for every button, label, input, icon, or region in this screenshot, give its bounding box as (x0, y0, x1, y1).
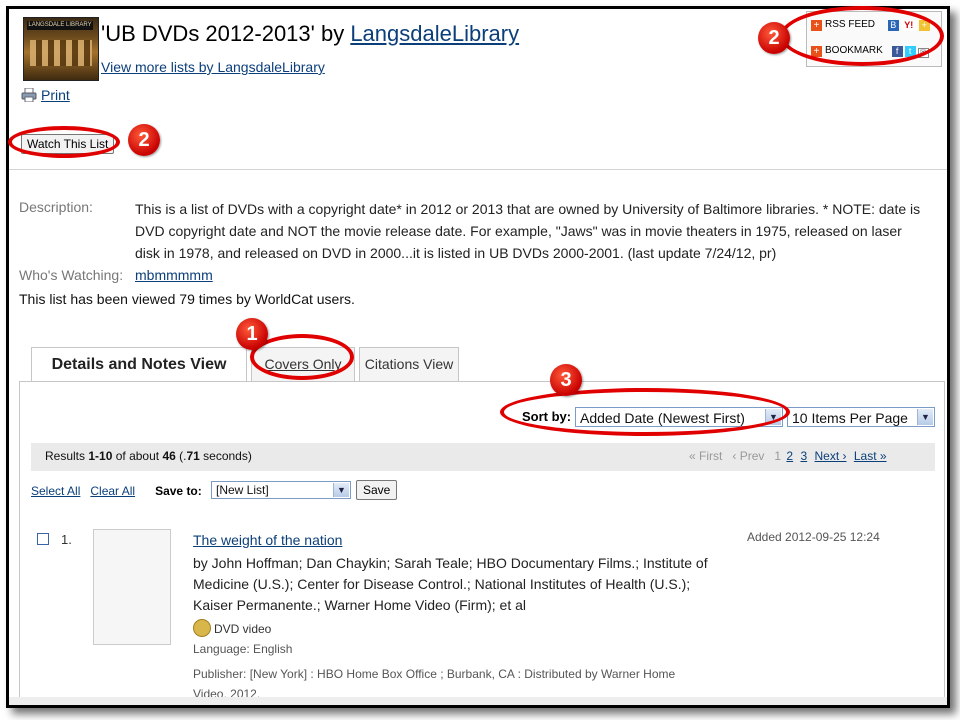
pager-page-3[interactable]: 3 (800, 449, 807, 463)
chevron-down-icon: ▼ (333, 483, 349, 497)
results-mid: of about (112, 449, 163, 463)
item-authors: by John Hoffman; Dan Chaykin; Sarah Teal… (193, 555, 708, 613)
list-tools: Select All Clear All Save to: (31, 484, 202, 498)
item-language: Language: English (193, 642, 293, 656)
item-format: DVD video (193, 619, 271, 637)
dvd-icon (193, 619, 211, 637)
pager-current: 1 (774, 449, 782, 463)
list-thumbnail: LANGSDALE LIBRARY (23, 17, 99, 81)
pager-next[interactable]: Next › (814, 449, 846, 463)
title-author-link[interactable]: LangsdaleLibrary (350, 21, 519, 46)
results-time: 71 (186, 449, 200, 463)
results-time-prefix: (. (175, 449, 187, 463)
results-range: 1-10 (88, 449, 113, 463)
pager-last[interactable]: Last » (854, 449, 887, 463)
save-button[interactable]: Save (356, 480, 398, 500)
results-total: 46 (162, 449, 176, 463)
thumbnail-label: LANGSDALE LIBRARY (27, 21, 93, 30)
print-control[interactable]: Print (21, 87, 70, 103)
whos-watching-label: Who's Watching: (19, 267, 124, 283)
thumbnail-columns-graphic (30, 40, 92, 66)
browser-frame: LANGSDALE LIBRARY 'UB DVDs 2012-2013' by… (6, 6, 950, 708)
browser-status-bar (9, 697, 947, 705)
item-number: 1. (61, 532, 72, 547)
callout-oval-share (780, 6, 944, 66)
callout-badge-2-share: 2 (758, 22, 790, 54)
pager-prev: ‹ Prev (732, 449, 765, 463)
callout-badge-1-covers: 1 (236, 318, 268, 350)
item-cover-placeholder[interactable] (93, 529, 171, 645)
header-divider (9, 169, 947, 170)
pagination: « First ‹ Prev 1 2 3 Next › Last » (689, 449, 889, 463)
callout-badge-3-sort: 3 (550, 364, 582, 396)
description-label: Description: (19, 199, 93, 215)
save-to-select[interactable]: [New List] ▼ (211, 481, 351, 499)
callout-oval-watch (8, 126, 120, 158)
more-lists-link[interactable]: View more lists by LangsdaleLibrary (101, 59, 325, 75)
per-page-value: 10 Items Per Page (792, 410, 908, 426)
callout-badge-2-watch: 2 (128, 124, 160, 156)
tab-citations[interactable]: Citations View (359, 347, 459, 381)
pager-first: « First (689, 449, 723, 463)
results-time-suffix: seconds) (199, 449, 252, 463)
watching-user-link[interactable]: mbmmmmm (135, 267, 213, 283)
page-title: 'UB DVDs 2012-2013' by LangsdaleLibrary (101, 21, 519, 47)
view-count-text: This list has been viewed 79 times by Wo… (19, 291, 355, 307)
save-to-label: Save to: (155, 484, 202, 498)
printer-icon (21, 87, 37, 103)
select-all-link[interactable]: Select All (31, 484, 80, 498)
clear-all-link[interactable]: Clear All (90, 484, 135, 498)
pager-page-2[interactable]: 2 (786, 449, 793, 463)
tab-details-notes[interactable]: Details and Notes View (31, 347, 247, 382)
per-page-select[interactable]: 10 Items Per Page ▼ (787, 407, 935, 427)
description-text: This is a list of DVDs with a copyright … (135, 201, 921, 261)
results-prefix: Results (45, 449, 89, 463)
callout-oval-sort (500, 388, 790, 436)
results-summary: Results 1-10 of about 46 (.71 seconds) (45, 449, 252, 463)
item-added-date: Added 2012-09-25 12:24 (747, 530, 880, 544)
save-to-value: [New List] (216, 483, 269, 497)
item-title-link[interactable]: The weight of the nation (193, 532, 342, 548)
chevron-down-icon: ▼ (917, 409, 933, 425)
title-prefix: 'UB DVDs 2012-2013' by (101, 21, 351, 46)
print-link[interactable]: Print (41, 87, 70, 103)
item-format-label: DVD video (214, 622, 272, 636)
item-checkbox[interactable] (37, 533, 49, 545)
